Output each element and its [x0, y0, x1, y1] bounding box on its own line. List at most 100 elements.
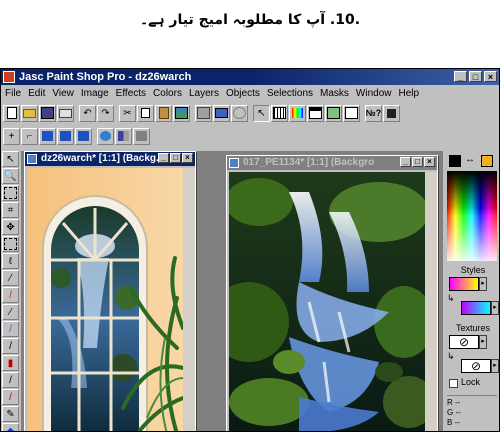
retouch-tool-icon[interactable]: / — [2, 338, 19, 354]
document-title-bar[interactable]: 017_PE1134* [1:1] (Backgro _ □ × — [227, 156, 437, 170]
crosshair-icon[interactable]: + — [3, 127, 20, 145]
doc-maximize-button[interactable]: □ — [412, 157, 423, 167]
selection-tool-icon[interactable] — [2, 236, 19, 252]
clone-tool-icon[interactable]: ⁄ — [2, 304, 19, 320]
maximize-button[interactable]: □ — [469, 71, 482, 82]
rgb-label-b: B — [447, 418, 453, 427]
cascade-icon[interactable] — [133, 127, 150, 145]
menu-image[interactable]: Image — [81, 86, 109, 101]
lock-label: Lock — [461, 377, 481, 387]
doc-minimize-button[interactable]: _ — [400, 157, 411, 167]
style-dropdown-icon[interactable]: ▸ — [491, 301, 499, 315]
texture-none-icon[interactable]: ⊘ — [449, 335, 479, 349]
redo-icon[interactable]: ↷ — [97, 104, 114, 122]
background-color-swatch[interactable] — [481, 155, 493, 167]
menu-file[interactable]: File — [5, 86, 21, 101]
copy-icon[interactable] — [137, 104, 154, 122]
overview-icon[interactable] — [325, 104, 342, 122]
swap-textures-icon[interactable]: ↳ — [447, 351, 455, 362]
save-icon[interactable] — [39, 104, 56, 122]
web-icon[interactable] — [97, 127, 114, 145]
menu-selections[interactable]: Selections — [267, 86, 313, 101]
crop-tool-icon[interactable]: ⌗ — [2, 202, 19, 218]
menu-effects[interactable]: Effects — [116, 86, 146, 101]
scratch-remover-icon[interactable]: ▮ — [2, 355, 19, 371]
menu-help[interactable]: Help — [399, 86, 420, 101]
nav-right-icon[interactable] — [57, 127, 74, 145]
window-title: Jasc Paint Shop Pro - dz26warch — [19, 71, 192, 83]
open-icon[interactable] — [21, 104, 38, 122]
tool-options-icon[interactable] — [343, 104, 360, 122]
doc-minimize-button[interactable]: _ — [158, 153, 169, 163]
caption-text: .10. آپ کا مطلوبہ امیج تیار ہے۔ — [139, 12, 361, 28]
tile-icon[interactable] — [115, 127, 132, 145]
crop-icon[interactable]: ⌐ — [21, 127, 38, 145]
style-dropdown-icon[interactable]: ▸ — [479, 277, 487, 291]
close-button[interactable]: × — [484, 71, 497, 82]
minimize-button[interactable]: _ — [454, 71, 467, 82]
nav-left-icon[interactable] — [39, 127, 56, 145]
vertical-scrollbar[interactable] — [425, 172, 437, 431]
foreground-style-swatch[interactable] — [449, 277, 479, 291]
paste-icon[interactable] — [155, 104, 172, 122]
picture-tube-icon[interactable]: / — [2, 389, 19, 405]
swap-colors-icon[interactable]: ↔ — [465, 154, 475, 165]
background-style-swatch[interactable] — [461, 301, 491, 315]
lock-checkbox[interactable] — [449, 379, 458, 388]
document-title-bar[interactable]: dz26warch* [1:1] (Backg... _ □ × — [25, 152, 195, 166]
color-icon[interactable] — [231, 104, 248, 122]
menu-colors[interactable]: Colors — [153, 86, 182, 101]
airbrush-tool-icon[interactable]: ✎ — [2, 406, 19, 422]
help-icon[interactable]: №? — [365, 104, 382, 122]
menu-objects[interactable]: Objects — [226, 86, 260, 101]
waterfall-image[interactable] — [229, 172, 425, 432]
swap-styles-icon[interactable]: ↳ — [447, 293, 455, 304]
exit-icon[interactable] — [383, 104, 400, 122]
new-icon[interactable] — [3, 104, 20, 122]
lasso-tool-icon[interactable]: ℓ — [2, 253, 19, 269]
browse-icon[interactable] — [195, 104, 212, 122]
texture-none-icon[interactable]: ⊘ — [461, 359, 491, 373]
grid-icon[interactable] — [271, 104, 288, 122]
document-icon — [229, 158, 239, 168]
arrow-icon[interactable]: ↖ — [253, 104, 270, 122]
rgb-readout: R -- G -- B -- — [447, 395, 497, 431]
doc-close-button[interactable]: × — [424, 157, 435, 167]
texture-dropdown-icon[interactable]: ▸ — [479, 335, 487, 349]
flood-fill-icon[interactable]: ◆ — [2, 423, 19, 431]
arrow-tool-icon[interactable]: ↖ — [2, 151, 19, 167]
menu-layers[interactable]: Layers — [189, 86, 219, 101]
color-picker-gradient[interactable] — [447, 171, 497, 261]
image-icon[interactable] — [173, 104, 190, 122]
print-icon[interactable] — [57, 104, 74, 122]
title-bar[interactable]: Jasc Paint Shop Pro - dz26warch _ □ × — [1, 69, 499, 85]
menu-view[interactable]: View — [52, 86, 74, 101]
menu-edit[interactable]: Edit — [28, 86, 45, 101]
move-tool-icon[interactable]: ✥ — [2, 219, 19, 235]
document-window-waterfall[interactable]: 017_PE1134* [1:1] (Backgro _ □ × — [226, 155, 438, 432]
rgb-label-r: R — [447, 398, 453, 407]
texture-dropdown-icon[interactable]: ▸ — [491, 359, 499, 373]
undo-icon[interactable]: ↶ — [79, 104, 96, 122]
vertical-scrollbar[interactable] — [183, 168, 195, 431]
doc-maximize-button[interactable]: □ — [170, 153, 181, 163]
zoom-tool-icon[interactable]: 🔍 — [2, 168, 19, 184]
textures-label: Textures — [455, 323, 490, 333]
eraser-tool-icon[interactable]: / — [2, 372, 19, 388]
menu-masks[interactable]: Masks — [320, 86, 349, 101]
zoom-icon[interactable] — [75, 127, 92, 145]
foreground-color-swatch[interactable] — [449, 155, 461, 167]
tool-palette: ↖ 🔍 ⌗ ✥ ℓ ⁄ / ⁄ / / ▮ / / ✎ ◆ — [2, 151, 21, 431]
layers-icon[interactable] — [307, 104, 324, 122]
cut-icon[interactable]: ✂ — [119, 104, 136, 122]
doc-close-button[interactable]: × — [182, 153, 193, 163]
histogram-icon[interactable] — [289, 104, 306, 122]
paintbrush-tool-icon[interactable]: / — [2, 287, 19, 303]
arch-window-image[interactable] — [27, 168, 183, 432]
dropper-tool-icon[interactable]: ⁄ — [2, 270, 19, 286]
display-icon[interactable] — [213, 104, 230, 122]
document-window-arch[interactable]: dz26warch* [1:1] (Backg... _ □ × — [24, 151, 196, 432]
menu-window[interactable]: Window — [356, 86, 392, 101]
deform-tool-icon[interactable] — [2, 185, 19, 201]
color-replacer-icon[interactable]: / — [2, 321, 19, 337]
